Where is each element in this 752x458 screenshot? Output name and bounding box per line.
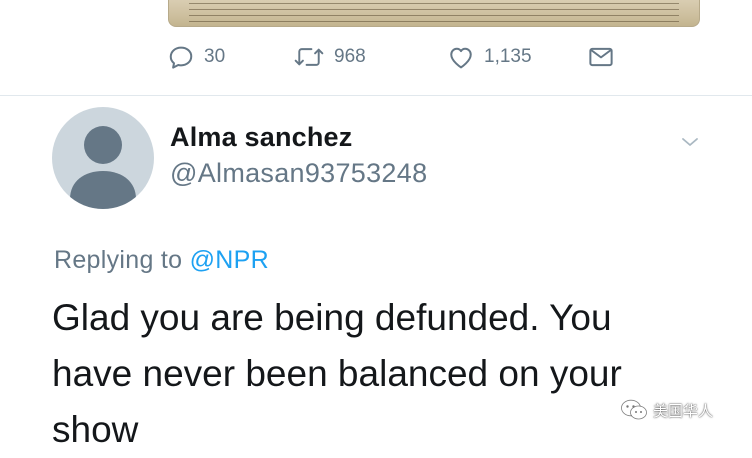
direct-message-button[interactable] bbox=[586, 40, 616, 74]
tweet-text-line-2: have never been balanced on your bbox=[52, 353, 622, 394]
like-button[interactable]: 1,135 bbox=[446, 40, 532, 74]
heart-icon bbox=[450, 47, 472, 69]
tweet-actions-bar: 30 968 1,135 bbox=[166, 40, 626, 74]
tweet-text-line-1: Glad you are being defunded. You bbox=[52, 297, 612, 338]
reply-icon bbox=[169, 46, 193, 69]
document-text-line bbox=[189, 9, 679, 10]
like-count: 1,135 bbox=[484, 46, 532, 67]
avatar[interactable] bbox=[52, 107, 154, 209]
reply-button[interactable]: 30 bbox=[166, 40, 225, 74]
watermark-text: 美国华人 bbox=[653, 402, 714, 420]
tweet-text: Glad you are being defunded. You have ne… bbox=[52, 290, 712, 458]
tweet-options-button[interactable] bbox=[678, 130, 702, 154]
tweet-divider bbox=[0, 95, 752, 96]
source-watermark: 美国华人 bbox=[620, 398, 713, 422]
document-text-line bbox=[189, 15, 679, 16]
retweet-icon bbox=[294, 48, 324, 66]
document-text-line bbox=[189, 3, 679, 4]
tweet-text-line-3: show bbox=[52, 409, 139, 450]
replying-to-label: Replying to bbox=[54, 246, 183, 274]
replying-to-mention-link[interactable]: @NPR bbox=[190, 246, 269, 274]
document-text-line bbox=[189, 21, 679, 22]
author-handle[interactable]: @Almasan93753248 bbox=[170, 158, 427, 189]
retweet-count: 968 bbox=[334, 46, 366, 67]
wechat-icon bbox=[621, 399, 647, 420]
previous-tweet-media-image[interactable] bbox=[168, 0, 700, 27]
replying-to-line: Replying to @NPR bbox=[54, 246, 269, 275]
retweet-button[interactable]: 968 bbox=[292, 40, 366, 74]
chevron-down-icon bbox=[682, 138, 698, 146]
author-name[interactable]: Alma sanchez bbox=[170, 122, 352, 153]
default-profile-icon bbox=[70, 126, 136, 209]
envelope-icon bbox=[589, 47, 613, 67]
reply-count: 30 bbox=[204, 46, 226, 67]
